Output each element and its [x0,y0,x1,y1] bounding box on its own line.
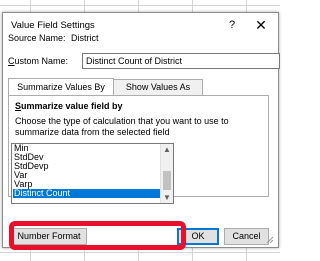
scroll-down-icon[interactable]: ▼ [161,192,173,203]
grid-line [0,5,280,6]
scroll-up-icon[interactable]: ▲ [161,144,173,155]
list-scrollbar[interactable]: ▲ ▼ [160,144,173,203]
highlight-annotation [9,221,186,250]
tab-show-values-as[interactable]: Show Values As [113,79,203,95]
grid-line [0,252,280,253]
dialog-title: Value Field Settings [11,20,95,31]
close-icon[interactable]: ✕ [252,16,270,34]
source-name-value: District [71,33,99,43]
list-item[interactable]: StdDevp [13,162,160,171]
list-item[interactable]: Var [13,171,160,180]
tab-strip: Summarize Values By Show Values As [8,78,267,96]
source-name-row: Source Name: District [8,33,102,43]
resize-grip-icon[interactable] [266,236,274,244]
custom-name-input[interactable] [82,53,280,69]
tab-summarize-values-by[interactable]: Summarize Values By [8,78,114,96]
custom-name-label: Custom Name: [8,56,69,66]
scroll-thumb[interactable] [163,171,171,190]
panel-description: Choose the type of calculation that you … [15,116,229,137]
panel-heading: Summarize value field by [15,101,123,111]
list-item-selected[interactable]: Distinct Count [13,189,160,198]
calculation-listbox[interactable]: Min StdDev StdDevp Var Varp Distinct Cou… [11,143,174,204]
source-name-label: Source Name: [8,33,66,43]
cancel-button[interactable]: Cancel [224,228,269,245]
help-button[interactable]: ? [223,16,241,34]
